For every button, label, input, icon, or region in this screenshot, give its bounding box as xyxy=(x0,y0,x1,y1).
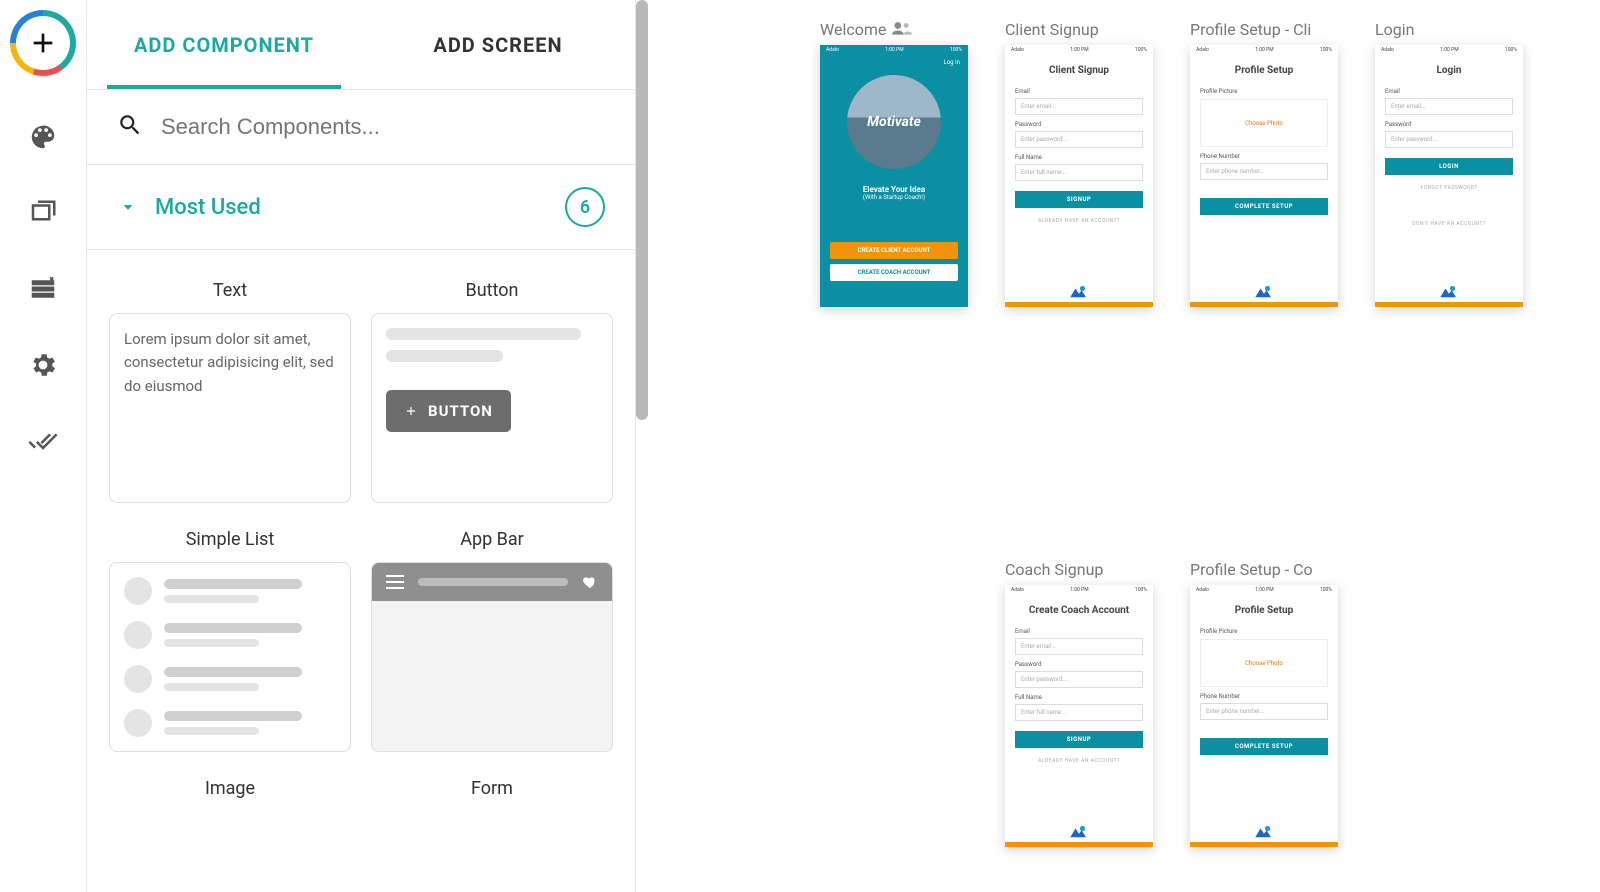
footer-logo-icon xyxy=(1068,285,1090,301)
button-preview: BUTTON xyxy=(386,390,511,432)
screen-title-label: Login xyxy=(1375,20,1523,39)
text-sample: Lorem ipsum dolor sit amet, consectetur … xyxy=(124,328,336,398)
create-client-button: CREATE CLIENT ACCOUNT xyxy=(830,242,958,259)
screen-profile-setup-coach[interactable]: Profile Setup - Co Adalo1:00 PM100% Prof… xyxy=(1190,560,1338,847)
brand-logo: Motivate xyxy=(847,75,941,169)
palette-icon[interactable] xyxy=(28,122,58,152)
add-button[interactable] xyxy=(10,10,76,76)
panel-scrollbar[interactable] xyxy=(636,0,648,420)
create-coach-button: CREATE COACH ACCOUNT xyxy=(830,264,958,281)
comp-label-app-bar: App Bar xyxy=(460,529,524,550)
section-count: 6 xyxy=(565,187,605,227)
hamburger-icon xyxy=(386,575,404,589)
database-icon[interactable] xyxy=(28,274,58,304)
comp-label-image: Image xyxy=(205,778,255,799)
canvas[interactable]: Welcome Adalo1:00 PM100% Log In Motivate… xyxy=(650,0,1600,892)
screen-profile-setup-client[interactable]: Profile Setup - Cli Adalo1:00 PM100% Pro… xyxy=(1190,20,1338,307)
screen-coach-signup[interactable]: Coach Signup Adalo1:00 PM100% Create Coa… xyxy=(1005,560,1153,847)
screens-icon[interactable] xyxy=(28,198,58,228)
search-input[interactable] xyxy=(161,114,605,140)
footer-logo-icon xyxy=(1068,825,1090,841)
comp-label-simple-list: Simple List xyxy=(186,529,275,550)
screen-login[interactable]: Login Adalo1:00 PM100% Login EmailEnter … xyxy=(1375,20,1523,307)
plus-icon xyxy=(16,16,70,70)
settings-icon[interactable] xyxy=(28,350,58,380)
search-icon xyxy=(117,112,143,142)
tab-add-component[interactable]: ADD COMPONENT xyxy=(87,0,361,89)
screen-title-label: Profile Setup - Co xyxy=(1190,560,1338,579)
screen-client-signup[interactable]: Client Signup Adalo1:00 PM100% Client Si… xyxy=(1005,20,1153,307)
footer-logo-icon xyxy=(1438,285,1460,301)
people-icon xyxy=(892,20,912,39)
screen-title-label: Client Signup xyxy=(1005,20,1153,39)
heart-icon xyxy=(582,574,598,590)
left-rail xyxy=(0,0,86,892)
component-text[interactable]: Lorem ipsum dolor sit amet, consectetur … xyxy=(109,313,351,503)
screen-title-label: Welcome xyxy=(820,20,886,39)
search-row xyxy=(87,90,635,165)
comp-label-form: Form xyxy=(471,778,513,799)
footer-logo-icon xyxy=(1253,825,1275,841)
screen-welcome[interactable]: Welcome Adalo1:00 PM100% Log In Motivate… xyxy=(820,20,968,307)
screen-title-label: Profile Setup - Cli xyxy=(1190,20,1338,39)
component-app-bar[interactable] xyxy=(371,562,613,752)
component-panel: ADD COMPONENT ADD SCREEN Most Used 6 Tex… xyxy=(86,0,636,892)
tab-add-screen[interactable]: ADD SCREEN xyxy=(361,0,635,89)
component-button[interactable]: BUTTON xyxy=(371,313,613,503)
component-grid: Text Lorem ipsum dolor sit amet, consect… xyxy=(87,250,635,892)
screen-title-label: Coach Signup xyxy=(1005,560,1153,579)
footer-logo-icon xyxy=(1253,285,1275,301)
login-link: Log In xyxy=(944,59,960,66)
done-all-icon[interactable] xyxy=(28,426,58,456)
component-simple-list[interactable] xyxy=(109,562,351,752)
section-most-used[interactable]: Most Used 6 xyxy=(87,165,635,250)
comp-label-text: Text xyxy=(213,280,247,301)
comp-label-button: Button xyxy=(466,280,519,301)
section-title: Most Used xyxy=(155,195,549,220)
chevron-down-icon xyxy=(117,196,139,218)
